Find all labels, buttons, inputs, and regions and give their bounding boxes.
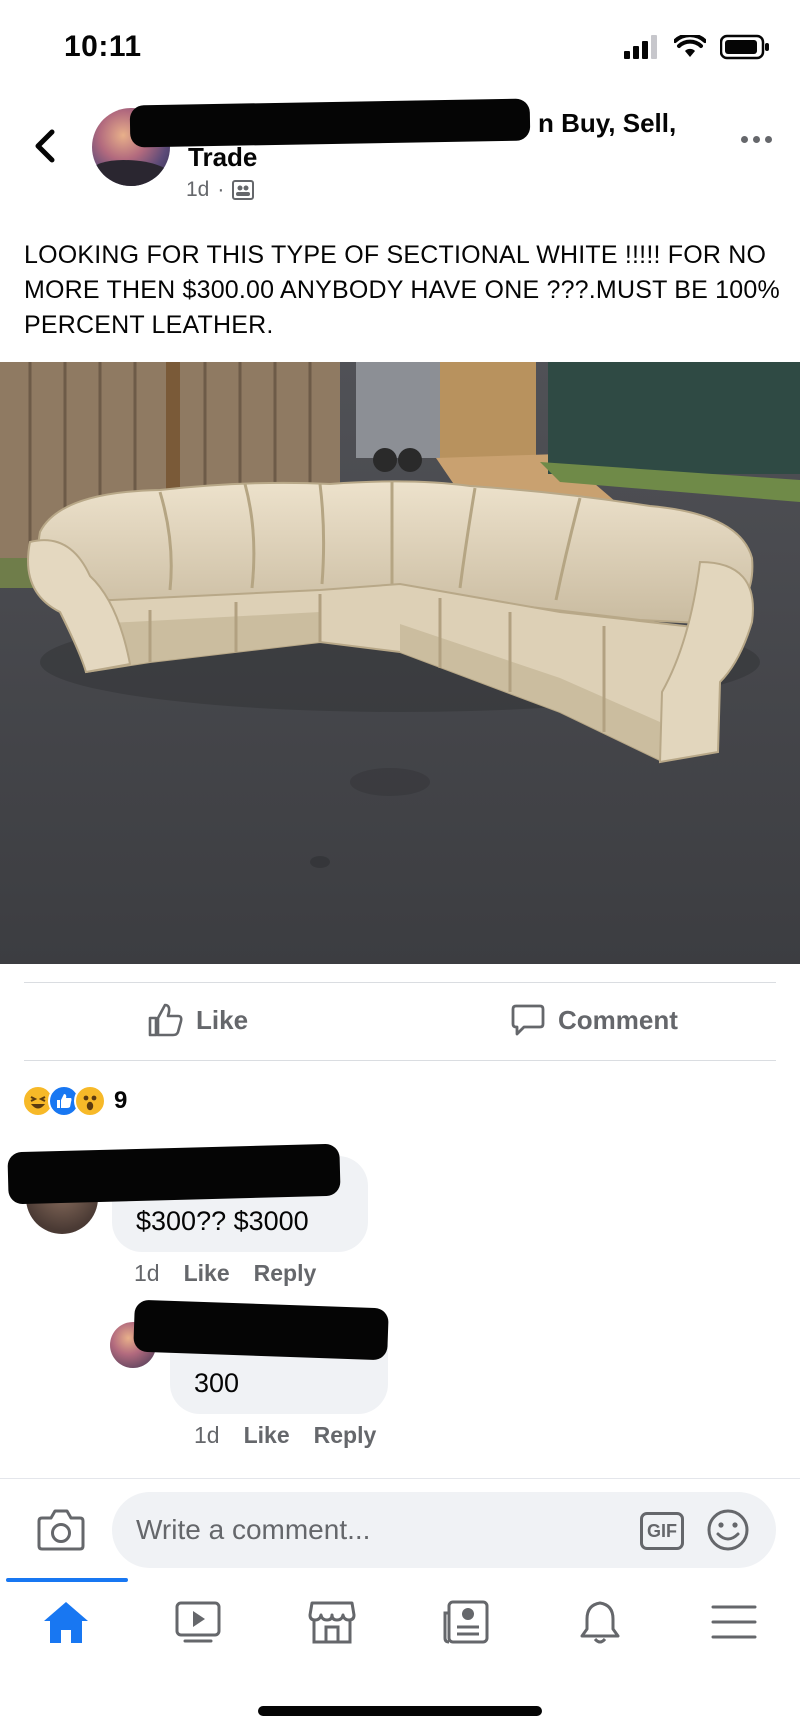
- home-indicator: [258, 1706, 542, 1716]
- back-arrow-icon[interactable]: [28, 126, 64, 166]
- reply-reply-button[interactable]: Reply: [314, 1422, 377, 1449]
- menu-icon: [711, 1605, 757, 1639]
- post-header: n Buy, Sell, Trade 1d ·: [0, 96, 800, 206]
- battery-icon: [720, 34, 769, 60]
- notifications-icon: [580, 1601, 620, 1644]
- reaction-count: 9: [114, 1087, 128, 1114]
- tab-watch[interactable]: [168, 1594, 228, 1650]
- reply-meta: 1d Like Reply: [194, 1422, 376, 1449]
- gif-button[interactable]: GIF: [640, 1512, 684, 1550]
- reply-like-button[interactable]: Like: [244, 1422, 290, 1449]
- reply-text: 300: [194, 1368, 240, 1398]
- tab-news[interactable]: [436, 1594, 496, 1650]
- post-meta: 1d ·: [186, 178, 255, 202]
- redaction-bar: [7, 1143, 341, 1205]
- sectional-sofa-image: [0, 362, 800, 964]
- marketplace-icon: [308, 1601, 356, 1644]
- meta-separator: ·: [217, 178, 225, 201]
- tab-notifications[interactable]: [570, 1594, 630, 1650]
- comment-button[interactable]: Comment: [510, 1002, 678, 1038]
- like-label: Like: [196, 1004, 249, 1035]
- tab-menu[interactable]: [704, 1594, 764, 1650]
- action-divider-top: [24, 982, 776, 983]
- more-options-icon[interactable]: [741, 136, 772, 143]
- group-name[interactable]: n Buy, Sell,: [538, 108, 676, 139]
- status-time: 10:11: [64, 30, 142, 63]
- status-bar: 10:11: [0, 0, 800, 96]
- comment-time: 1d: [134, 1260, 160, 1286]
- camera-icon[interactable]: [36, 1506, 86, 1552]
- status-icons: [624, 34, 770, 60]
- action-divider-bottom: [24, 1060, 776, 1061]
- comment-meta: 1d Like Reply: [134, 1260, 316, 1287]
- comment-label: Comment: [558, 1004, 678, 1035]
- post-time: 1d: [186, 178, 210, 201]
- post-photo[interactable]: [0, 362, 800, 964]
- wow-icon: [74, 1085, 106, 1117]
- comment-input-placeholder[interactable]: Write a comment...: [136, 1514, 370, 1546]
- news-icon: [443, 1600, 489, 1644]
- home-icon: [44, 1602, 88, 1643]
- tab-marketplace[interactable]: [302, 1594, 362, 1650]
- group-audience-icon: [232, 180, 255, 200]
- redaction-bar: [129, 98, 531, 148]
- group-name-line2[interactable]: Trade: [188, 142, 257, 173]
- composer-divider: [0, 1478, 800, 1479]
- signal-icon: [624, 35, 657, 59]
- comment-icon: [511, 1004, 545, 1036]
- reactions-summary[interactable]: 9: [22, 1085, 127, 1117]
- reply-time: 1d: [194, 1422, 220, 1448]
- comment-text: $300?? $3000: [136, 1206, 309, 1236]
- tab-home[interactable]: [36, 1594, 96, 1650]
- redaction-bar: [133, 1299, 389, 1361]
- comment-like-button[interactable]: Like: [184, 1260, 230, 1287]
- wifi-icon: [674, 35, 706, 57]
- active-tab-indicator: [6, 1578, 128, 1582]
- thumbs-up-icon: [148, 1003, 183, 1037]
- watch-icon: [175, 1601, 221, 1643]
- post-text: LOOKING FOR THIS TYPE OF SECTIONAL WHITE…: [24, 241, 780, 339]
- like-button[interactable]: Like: [146, 1002, 248, 1038]
- emoji-icon[interactable]: [706, 1508, 750, 1552]
- comment-reply-button[interactable]: Reply: [254, 1260, 317, 1287]
